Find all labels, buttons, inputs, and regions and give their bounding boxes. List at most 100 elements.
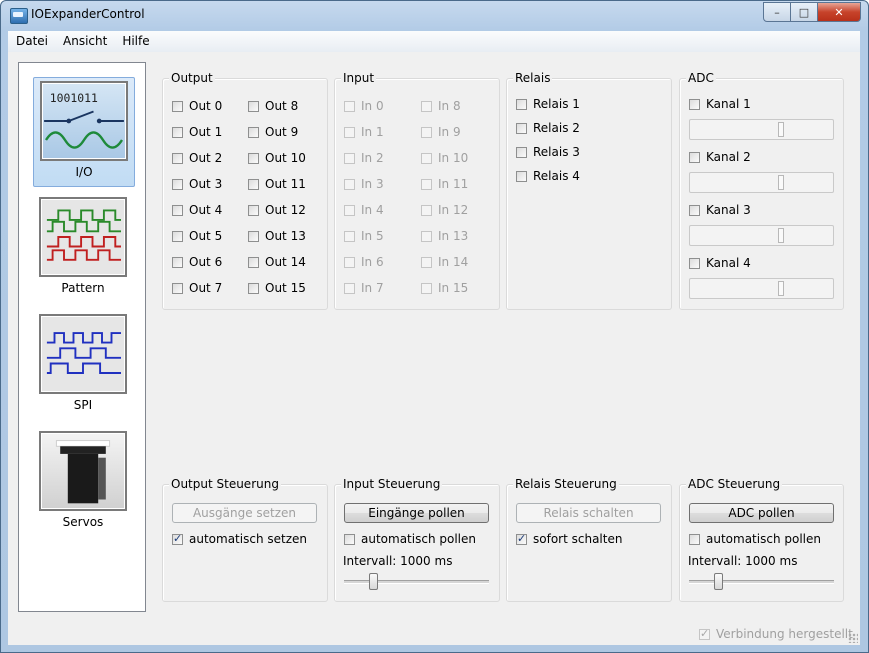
checkbox-box (421, 178, 432, 190)
checkbox-box (421, 152, 432, 164)
input-checkbox: In 6 (344, 255, 384, 269)
app-icon (10, 8, 28, 24)
adc-interval-slider-track[interactable] (689, 580, 834, 584)
output-checkbox[interactable]: Out 0 (172, 99, 222, 113)
input-checkbox: In 1 (344, 125, 384, 139)
relais-checkbox[interactable]: Relais 4 (516, 169, 580, 183)
menu-hilfe[interactable]: Hilfe (114, 31, 156, 52)
sidebar-item-io[interactable]: 1001011 I/O (33, 77, 135, 187)
checkbox-box (344, 178, 355, 190)
main-window: IOExpanderControl – □ ✕ Datei Ansicht Hi… (0, 0, 869, 653)
adc-channel-checkbox[interactable]: Kanal 2 (689, 150, 751, 164)
checkbox-box (172, 256, 183, 268)
checkbox-label: Out 1 (189, 125, 223, 139)
instant-switch-checkbox[interactable]: sofort schalten (516, 532, 622, 546)
checkbox-box (344, 282, 355, 294)
output-checkbox[interactable]: Out 10 (248, 151, 306, 165)
auto-set-checkbox[interactable]: automatisch setzen (172, 532, 307, 546)
input-interval-slider-thumb[interactable] (369, 573, 378, 590)
checkbox-box (421, 230, 432, 242)
minimize-button[interactable]: – (763, 2, 791, 22)
checkbox-label: In 10 (438, 151, 469, 165)
output-checkbox[interactable]: Out 14 (248, 255, 306, 269)
window-controls: – □ ✕ (763, 2, 861, 22)
checkbox-label: sofort schalten (533, 532, 623, 546)
input-checkbox: In 10 (421, 151, 468, 165)
output-checkbox[interactable]: Out 1 (172, 125, 222, 139)
adc-channel-checkbox[interactable]: Kanal 1 (689, 97, 751, 111)
output-checkbox[interactable]: Out 12 (248, 203, 306, 217)
checkbox-box (516, 146, 527, 158)
input-checkbox: In 8 (421, 99, 461, 113)
checkbox-label: Kanal 4 (706, 256, 751, 270)
poll-adc-button[interactable]: ADC pollen (689, 503, 834, 523)
relais-checkbox[interactable]: Relais 3 (516, 145, 580, 159)
output-group: Output Out 0 Out 1 Out 2 Out 3 Out 4 Out 5 Out… (162, 71, 328, 310)
checkbox-label: Out 15 (265, 281, 306, 295)
checkbox-box (344, 152, 355, 164)
menu-ansicht[interactable]: Ansicht (55, 31, 114, 52)
checkbox-label: In 7 (361, 281, 384, 295)
output-checkbox[interactable]: Out 15 (248, 281, 306, 295)
adc-channel-checkbox[interactable]: Kanal 4 (689, 256, 751, 270)
checkbox-box (248, 126, 259, 138)
input-checkbox: In 13 (421, 229, 468, 243)
output-checkbox[interactable]: Out 13 (248, 229, 306, 243)
poll-inputs-button[interactable]: Eingänge pollen (344, 503, 489, 523)
resize-grip-icon[interactable] (848, 633, 858, 643)
checkbox-label: Out 12 (265, 203, 306, 217)
checkbox-box (248, 204, 259, 216)
output-checkbox[interactable]: Out 4 (172, 203, 222, 217)
output-checkbox[interactable]: Out 11 (248, 177, 306, 191)
checkbox-label: Kanal 2 (706, 150, 751, 164)
adc-group: ADC Kanal 1 Kanal 2 Kanal 3 Kanal 4 (679, 71, 844, 310)
checkbox-box (421, 256, 432, 268)
connection-status-checkbox: Verbindung hergestellt (699, 627, 853, 641)
relais-group-title: Relais (513, 71, 553, 85)
checkbox-box (344, 533, 355, 545)
relais-checkbox[interactable]: Relais 1 (516, 97, 580, 111)
adc-interval-slider-thumb[interactable] (714, 573, 723, 590)
checkbox-label: In 1 (361, 125, 384, 139)
input-checkbox: In 12 (421, 203, 468, 217)
auto-poll-inputs-checkbox[interactable]: automatisch pollen (344, 532, 476, 546)
sidebar-item-servos[interactable]: Servos (33, 428, 133, 536)
title-bar[interactable]: IOExpanderControl – □ ✕ (1, 1, 868, 31)
close-button[interactable]: ✕ (817, 2, 861, 22)
adc-control-group: ADC Steuerung ADC pollen automatisch pol… (679, 477, 844, 602)
io-switch-icon: 1001011 (40, 81, 128, 161)
auto-poll-adc-checkbox[interactable]: automatisch pollen (689, 532, 821, 546)
output-checkbox[interactable]: Out 9 (248, 125, 298, 139)
switch-relais-button[interactable]: Relais schalten (516, 503, 661, 523)
checkbox-box (421, 204, 432, 216)
maximize-button[interactable]: □ (790, 2, 818, 22)
window-title: IOExpanderControl (31, 7, 145, 21)
output-checkbox[interactable]: Out 8 (248, 99, 298, 113)
menu-datei[interactable]: Datei (8, 31, 55, 52)
checkbox-label: Out 5 (189, 229, 223, 243)
set-outputs-button[interactable]: Ausgänge setzen (172, 503, 317, 523)
checkbox-box (516, 98, 527, 110)
sidebar-item-pattern[interactable]: Pattern (33, 194, 133, 302)
output-checkbox[interactable]: Out 5 (172, 229, 222, 243)
checkbox-box (172, 178, 183, 190)
output-checkbox[interactable]: Out 2 (172, 151, 222, 165)
checkbox-label: Out 14 (265, 255, 306, 269)
relais-checkbox[interactable]: Relais 2 (516, 121, 580, 135)
checkbox-label: Out 4 (189, 203, 223, 217)
sidebar-item-spi[interactable]: SPI (33, 311, 133, 419)
checkbox-label: Out 9 (265, 125, 299, 139)
output-checkbox[interactable]: Out 3 (172, 177, 222, 191)
input-interval-slider-track[interactable] (344, 580, 489, 584)
checkbox-box (689, 257, 700, 269)
output-checkbox[interactable]: Out 7 (172, 281, 222, 295)
checkbox-label: Kanal 3 (706, 203, 751, 217)
adc-channel-checkbox[interactable]: Kanal 3 (689, 203, 751, 217)
checkbox-label: automatisch setzen (189, 532, 307, 546)
adc-control-title: ADC Steuerung (686, 477, 783, 491)
checkbox-label: In 3 (361, 177, 384, 191)
adc-value-bar (689, 119, 834, 140)
adc-group-title: ADC (686, 71, 716, 85)
input-checkbox: In 2 (344, 151, 384, 165)
output-checkbox[interactable]: Out 6 (172, 255, 222, 269)
